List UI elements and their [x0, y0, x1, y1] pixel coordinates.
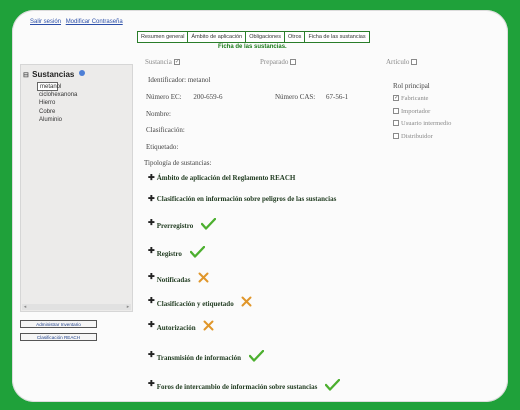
type-preparado-checkbox[interactable]	[290, 59, 297, 65]
section-prerregistro[interactable]: ✚ Prerregistro	[148, 218, 216, 230]
numero-ec-value: 200-659-6	[193, 93, 223, 101]
manage-inventory-button[interactable]: Administrar Inventario	[20, 320, 97, 328]
expand-plus-icon: ✚	[148, 272, 155, 281]
type-sustancia-checkbox[interactable]	[173, 58, 180, 65]
check-icon	[248, 350, 264, 362]
type-articulo-checkbox[interactable]	[411, 59, 418, 65]
section-label: Transmisión de información	[156, 354, 241, 362]
type-sustancia-label: Sustancia	[145, 58, 172, 66]
sidebar-header: ⊟ Sustancias	[23, 70, 85, 79]
section-label: Clasificación y etiquetado	[156, 300, 234, 308]
expand-plus-icon: ✚	[148, 379, 155, 388]
importador-checkbox[interactable]	[393, 108, 399, 114]
substance-item-metanol[interactable]: metanol	[37, 82, 61, 91]
identificador-label: Identificador:	[148, 76, 187, 84]
nombre-label: Nombre:	[146, 110, 171, 118]
collapse-toggle-icon[interactable]: ⊟	[23, 72, 29, 79]
sidebar-title: Sustancias	[32, 70, 75, 79]
app-window: Salir sesión Modificar Contraseña Resume…	[12, 10, 508, 402]
type-preparado: Preparado	[260, 58, 297, 66]
scroll-left-icon[interactable]: ◂	[22, 304, 28, 310]
usuario-intermedio-label: Usuario intermedio	[401, 120, 452, 127]
reach-classification-button[interactable]: Clasificación REACH	[20, 333, 97, 341]
clasificacion-label: Clasificación:	[146, 126, 185, 134]
page-title: Ficha de las sustancias.	[218, 44, 287, 50]
section-clasificacion-etiquetado[interactable]: ✚ Clasificación y etiquetado	[148, 296, 252, 308]
distribuidor-checkbox[interactable]	[393, 133, 399, 139]
type-preparado-label: Preparado	[260, 58, 289, 66]
section-label: Notificadas	[156, 276, 191, 284]
fabricante-label: Fabricante	[401, 95, 429, 102]
section-label: Ámbito de aplicación del Reglamento REAC…	[156, 174, 296, 182]
check-icon	[325, 379, 341, 391]
numero-ec-label: Número EC:	[146, 93, 182, 101]
cas-number-row: Número CAS: 67-56-1	[275, 93, 348, 101]
section-label: Prerregistro	[156, 222, 194, 230]
expand-plus-icon: ✚	[148, 218, 155, 227]
section-notificadas[interactable]: ✚ Notificadas	[148, 272, 209, 284]
type-articulo-label: Artículo	[386, 58, 410, 66]
tab-obligaciones[interactable]: Obligaciones	[246, 32, 285, 42]
change-password-link[interactable]: Modificar Contraseña	[66, 19, 123, 25]
rol-option-usuario-intermedio: Usuario intermedio	[393, 120, 451, 127]
substance-item-aluminio[interactable]: Aluminio	[37, 116, 77, 125]
info-icon[interactable]	[78, 70, 85, 76]
rol-principal-title: Rol principal	[393, 82, 430, 90]
scroll-right-icon[interactable]: ▸	[125, 304, 131, 310]
rol-option-importador: Importador	[393, 108, 430, 115]
substances-list: metanol ciclohexanona Hierro Cobre Alumi…	[37, 82, 77, 125]
rol-option-distribuidor: Distribuidor	[393, 133, 433, 140]
substance-item-hierro[interactable]: Hierro	[37, 99, 77, 108]
tab-resumen-general[interactable]: Resumen general	[138, 32, 189, 42]
section-registro[interactable]: ✚ Registro	[148, 246, 205, 258]
check-icon	[189, 246, 205, 258]
identifier-row: Identificador: metanol	[148, 76, 210, 84]
section-ambito-reach[interactable]: ✚ Ámbito de aplicación del Reglamento REA…	[148, 173, 295, 182]
distribuidor-label: Distribuidor	[401, 133, 433, 140]
substance-item-cobre[interactable]: Cobre	[37, 108, 77, 117]
section-transmision-informacion[interactable]: ✚ Transmisión de información	[148, 350, 264, 362]
expand-plus-icon: ✚	[148, 296, 155, 305]
section-label: Registro	[156, 250, 182, 258]
usuario-intermedio-checkbox[interactable]	[393, 120, 399, 126]
cross-icon	[203, 320, 214, 331]
ec-number-row: Número EC: 200-659-6	[146, 93, 223, 101]
section-label: Clasificación en información sobre pelig…	[156, 195, 337, 203]
identificador-value: metanol	[187, 76, 211, 84]
numero-cas-label: Número CAS:	[275, 93, 316, 101]
cross-icon	[241, 296, 252, 307]
importador-label: Importador	[401, 108, 431, 115]
numero-cas-value: 67-56-1	[326, 93, 349, 101]
type-sustancia: Sustancia	[145, 58, 180, 66]
tab-ambito-aplicacion[interactable]: Ámbito de aplicación	[188, 32, 247, 42]
expand-plus-icon: ✚	[148, 350, 155, 359]
section-label: Autorización	[156, 324, 196, 332]
tab-ficha-sustancias[interactable]: Ficha de las sustancias	[305, 32, 368, 42]
logout-link[interactable]: Salir sesión	[30, 19, 61, 25]
fabricante-checkbox[interactable]	[393, 94, 399, 101]
expand-plus-icon: ✚	[148, 320, 155, 329]
tab-otros[interactable]: Otros	[285, 32, 306, 42]
etiquetado-label: Etiquetado:	[146, 143, 179, 151]
type-articulo: Artículo	[386, 58, 418, 66]
expand-plus-icon: ✚	[148, 173, 155, 182]
substances-sidebar: ⊟ Sustancias metanol ciclohexanona Hierr…	[20, 64, 133, 312]
sidebar-horizontal-scrollbar[interactable]: ◂ ▸	[22, 304, 131, 310]
expand-plus-icon: ✚	[148, 246, 155, 255]
substance-item-ciclohexanona[interactable]: ciclohexanona	[37, 91, 77, 100]
section-clasificacion-peligros[interactable]: ✚ Clasificación en información sobre peli…	[148, 194, 336, 203]
top-links: Salir sesión Modificar Contraseña	[30, 19, 126, 25]
cross-icon	[198, 272, 209, 283]
section-autorizacion[interactable]: ✚ Autorización	[148, 320, 214, 332]
expand-plus-icon: ✚	[148, 194, 155, 203]
tipologia-label: Tipología de sustancias:	[144, 159, 212, 167]
check-icon	[201, 218, 216, 230]
rol-option-fabricante: Fabricante	[393, 94, 429, 102]
section-label: Foros de intercambio de información sobr…	[156, 383, 318, 391]
main-tabs: Resumen general Ámbito de aplicación Obl…	[137, 31, 370, 43]
section-foros-intercambio[interactable]: ✚ Foros de intercambio de información sob…	[148, 379, 341, 391]
